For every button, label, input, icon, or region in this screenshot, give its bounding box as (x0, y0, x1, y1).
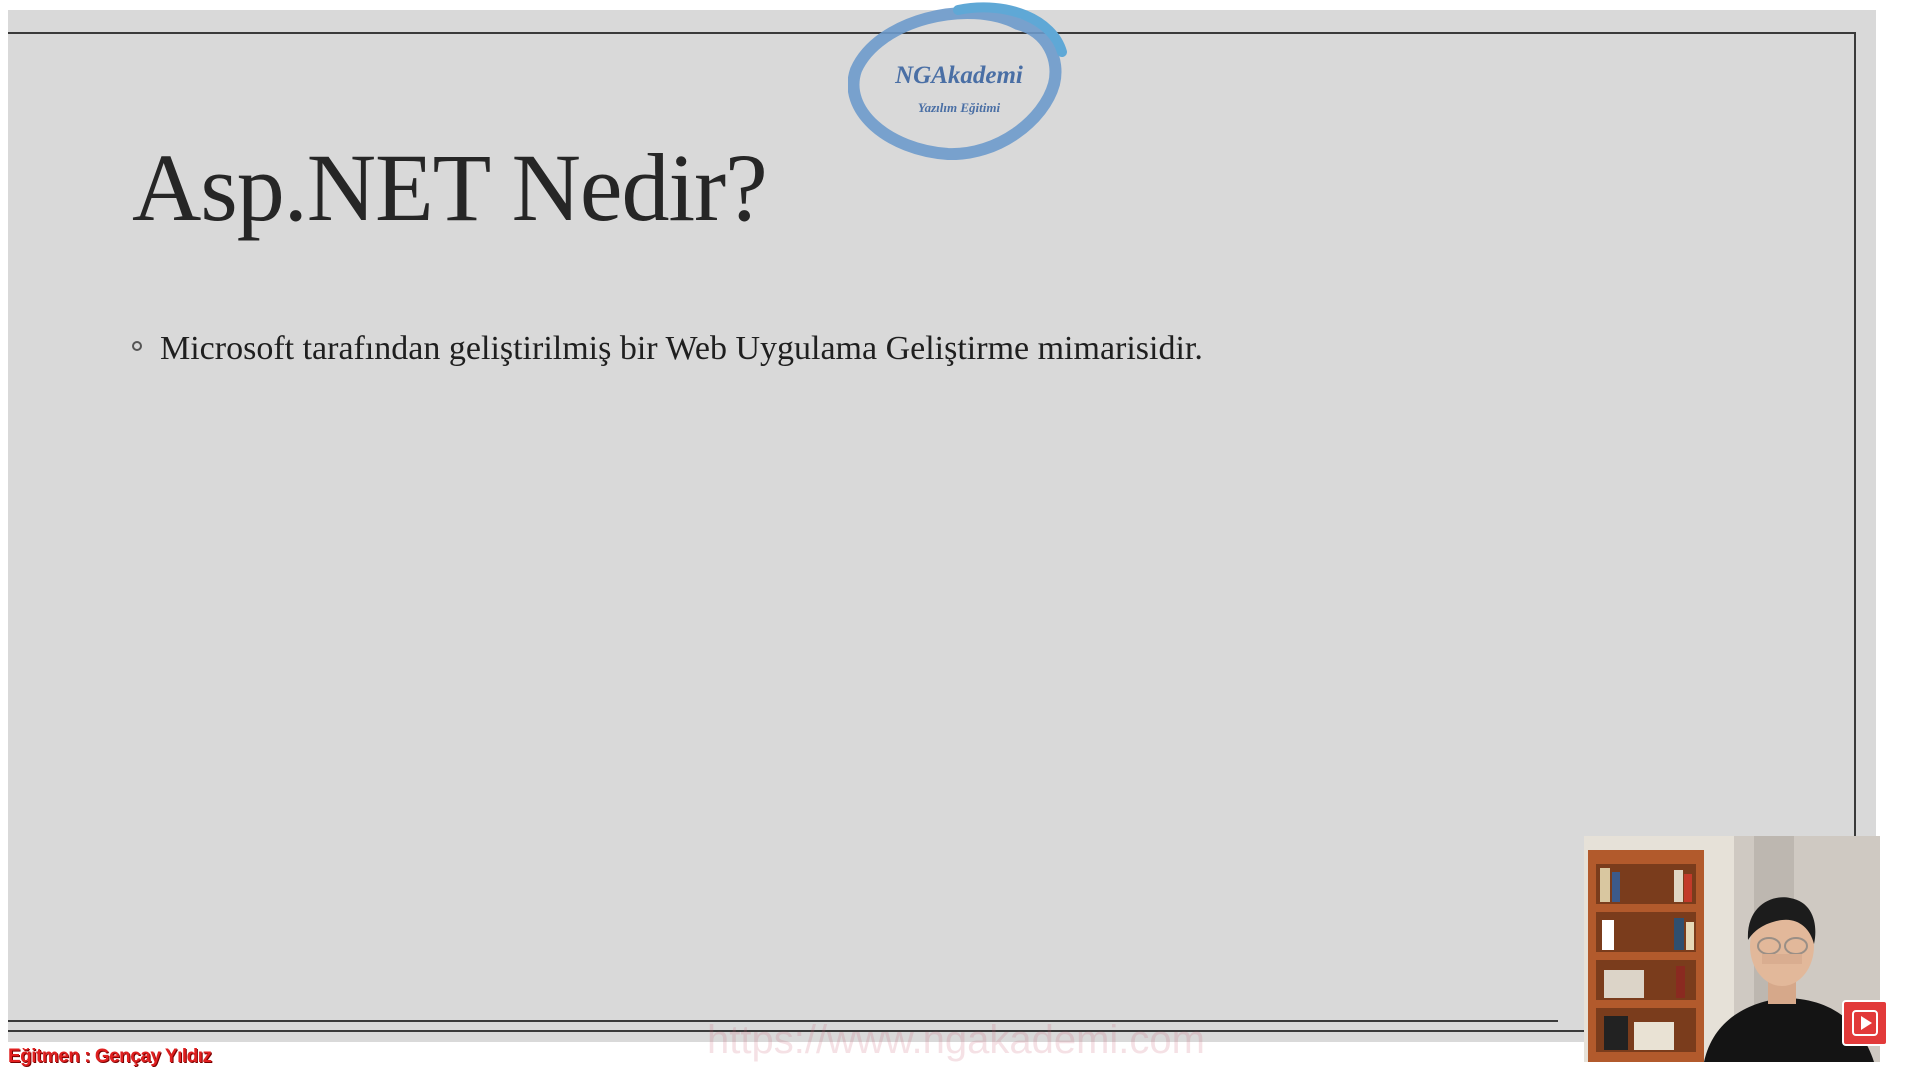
ngakademi-logo: NGAkademi Yazılım Eğitimi (847, 0, 1070, 161)
webcam-feed (1584, 836, 1880, 1062)
bullet-item: Microsoft tarafından geliştirilmiş bir W… (132, 330, 1203, 368)
bullet-text: Microsoft tarafından geliştirilmiş bir W… (160, 330, 1203, 367)
webcam-image (1584, 836, 1880, 1062)
logo-sub-text: Yazılım Eğitimi (917, 100, 1001, 115)
instructor-label: Eğitmen : Gençay Yıldız (8, 1046, 212, 1067)
website-watermark: https://www.ngakademi.com (707, 1018, 1205, 1062)
play-badge[interactable] (1842, 1000, 1888, 1046)
slide-title: Asp.NET Nedir? (132, 134, 768, 241)
play-icon (1852, 1010, 1878, 1036)
logo-main-text: NGAkademi (895, 62, 1023, 89)
bullet-circle-icon (132, 341, 142, 351)
